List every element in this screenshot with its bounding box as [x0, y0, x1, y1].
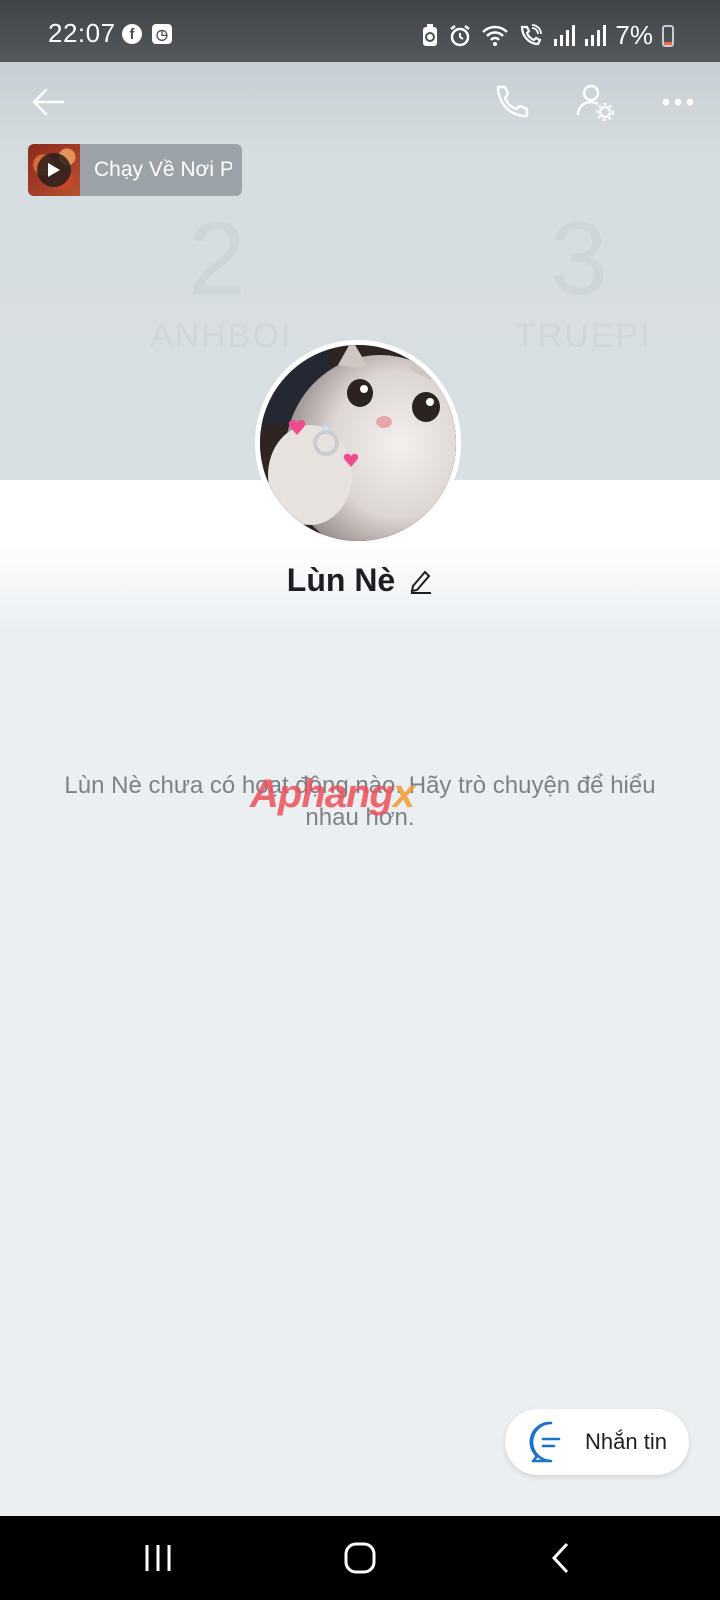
profile-name: Lùn Nè [286, 562, 396, 598]
send-message-label: Nhắn tin [585, 1429, 667, 1454]
signal-icon [554, 24, 576, 46]
alarm-icon [450, 24, 471, 46]
chat-bubble-icon [529, 1421, 561, 1463]
watermark-accent: x [392, 772, 415, 816]
cover-ghost-label: TRUEPI [515, 317, 652, 355]
pencil-icon [410, 570, 432, 594]
more-dots-icon [662, 98, 694, 106]
facebook-icon: f [122, 24, 142, 44]
play-icon [37, 153, 71, 187]
back-button[interactable] [18, 72, 78, 132]
signal-icon [585, 24, 607, 46]
avatar-image [260, 345, 456, 541]
music-title: Chạy Về Nơi P [94, 158, 232, 181]
call-button[interactable] [481, 72, 541, 132]
system-navigation-bar [0, 1516, 720, 1600]
arrow-left-icon [32, 88, 65, 116]
send-message-button[interactable]: Nhắn tin [505, 1409, 689, 1475]
home-icon [344, 1542, 376, 1574]
cover-ghost-number: 2 [188, 201, 246, 317]
music-cover-thumbnail [28, 144, 80, 196]
profile-name-row: Lùn Nè [0, 562, 720, 599]
more-button[interactable] [648, 72, 708, 132]
battery-fill [664, 42, 672, 45]
system-back-button[interactable] [530, 1528, 590, 1588]
recent-apps-button[interactable] [128, 1528, 188, 1588]
app-notification-icon: ◷ [152, 24, 172, 44]
wifi-calling-icon [521, 23, 543, 45]
cover-ghost-number: 3 [550, 201, 608, 317]
status-time: 22:07 [48, 18, 116, 48]
status-bar: 22:07 f ◷ 7% [0, 0, 720, 62]
battery-percent: 7% [615, 20, 653, 50]
battery-saver-icon [423, 23, 438, 46]
recent-apps-icon [145, 1545, 171, 1571]
watermark-main: Aphang [250, 772, 394, 816]
profile-music-chip[interactable]: Chạy Về Nơi P [28, 144, 242, 196]
phone-icon [496, 85, 529, 118]
chevron-left-icon [551, 1542, 569, 1574]
battery-icon [662, 24, 674, 47]
cover-ghost-label: ANHBOI [150, 317, 293, 355]
watermark-logo: Aphangx [250, 772, 415, 817]
edit-name-button[interactable] [409, 568, 433, 594]
wifi-icon [482, 25, 509, 46]
user-settings-icon [576, 84, 614, 121]
avatar[interactable] [255, 340, 461, 546]
home-button[interactable] [330, 1528, 390, 1588]
profile-settings-button[interactable] [565, 72, 625, 132]
